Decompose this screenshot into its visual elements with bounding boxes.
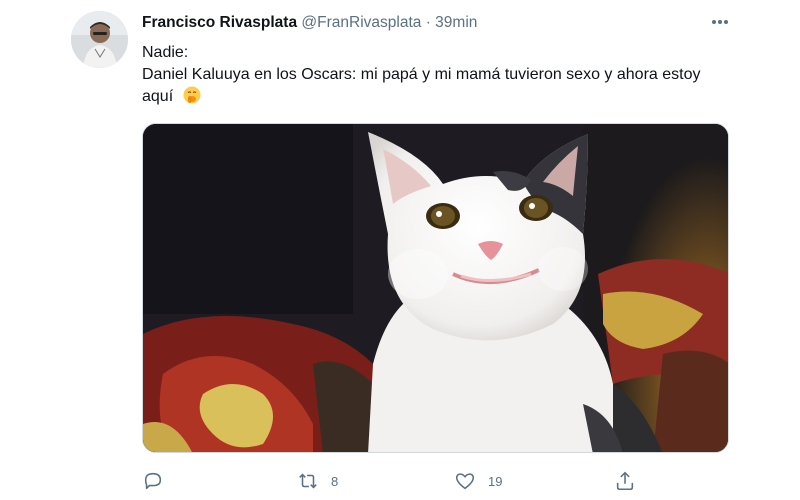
retweet-count: 8 bbox=[331, 473, 339, 489]
shushing-face-emoji-icon bbox=[183, 86, 201, 104]
more-horizontal-icon bbox=[712, 20, 728, 24]
share-icon bbox=[616, 471, 634, 491]
tweet-text-line1: Nadie: bbox=[142, 44, 189, 61]
author-handle[interactable]: @FranRivasplata bbox=[301, 14, 421, 31]
tweet-media[interactable] bbox=[142, 123, 729, 453]
tweet-text: Nadie: Daniel Kaluuya en los Oscars: mi … bbox=[142, 42, 712, 108]
share-button[interactable] bbox=[614, 466, 648, 496]
like-button[interactable]: 19 bbox=[454, 466, 502, 496]
cat-photo-image bbox=[143, 124, 728, 452]
avatar[interactable] bbox=[71, 11, 128, 68]
more-options-button[interactable] bbox=[708, 12, 732, 32]
reply-button[interactable] bbox=[142, 466, 176, 496]
retweet-icon bbox=[299, 473, 317, 489]
tweet-text-body: Daniel Kaluuya en los Oscars: mi papá y … bbox=[142, 66, 701, 105]
reply-icon bbox=[144, 472, 162, 490]
like-count: 19 bbox=[488, 473, 503, 489]
header-separator: · bbox=[425, 14, 431, 31]
author-name[interactable]: Francisco Rivasplata bbox=[142, 14, 297, 31]
retweet-button[interactable]: 8 bbox=[297, 466, 338, 496]
tweet-text-line2: Daniel Kaluuya en los Oscars: mi papá y … bbox=[142, 64, 712, 108]
tweet-timestamp[interactable]: 39min bbox=[435, 14, 477, 31]
avatar-image bbox=[71, 11, 128, 68]
tweet-header: Francisco Rivasplata @FranRivasplata · 3… bbox=[142, 14, 477, 34]
tweet-card[interactable]: Francisco Rivasplata @FranRivasplata · 3… bbox=[0, 0, 800, 500]
tweet-actions: 8 19 bbox=[142, 466, 742, 496]
heart-icon bbox=[455, 473, 475, 490]
